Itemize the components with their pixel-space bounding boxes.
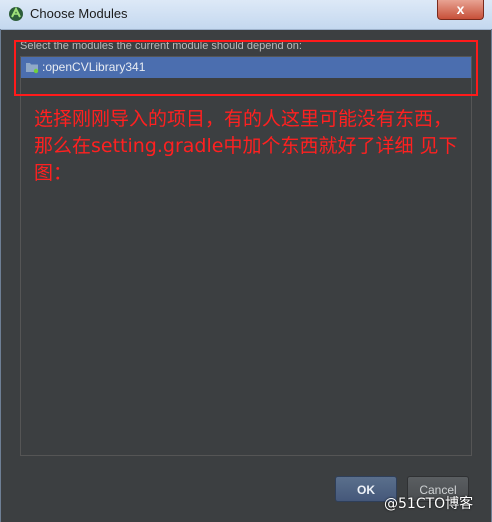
- window-title: Choose Modules: [30, 6, 128, 21]
- annotation-highlight-box: [14, 40, 478, 96]
- watermark: @51CTO博客: [384, 496, 474, 512]
- android-studio-icon: [9, 6, 23, 21]
- title-bar: Choose Modules x: [0, 0, 492, 30]
- close-icon: x: [456, 1, 465, 17]
- annotation-text: 选择刚刚导入的项目，有的人这里可能没有东西，那么在setting.gradle中…: [34, 108, 458, 184]
- close-button[interactable]: x: [437, 0, 484, 20]
